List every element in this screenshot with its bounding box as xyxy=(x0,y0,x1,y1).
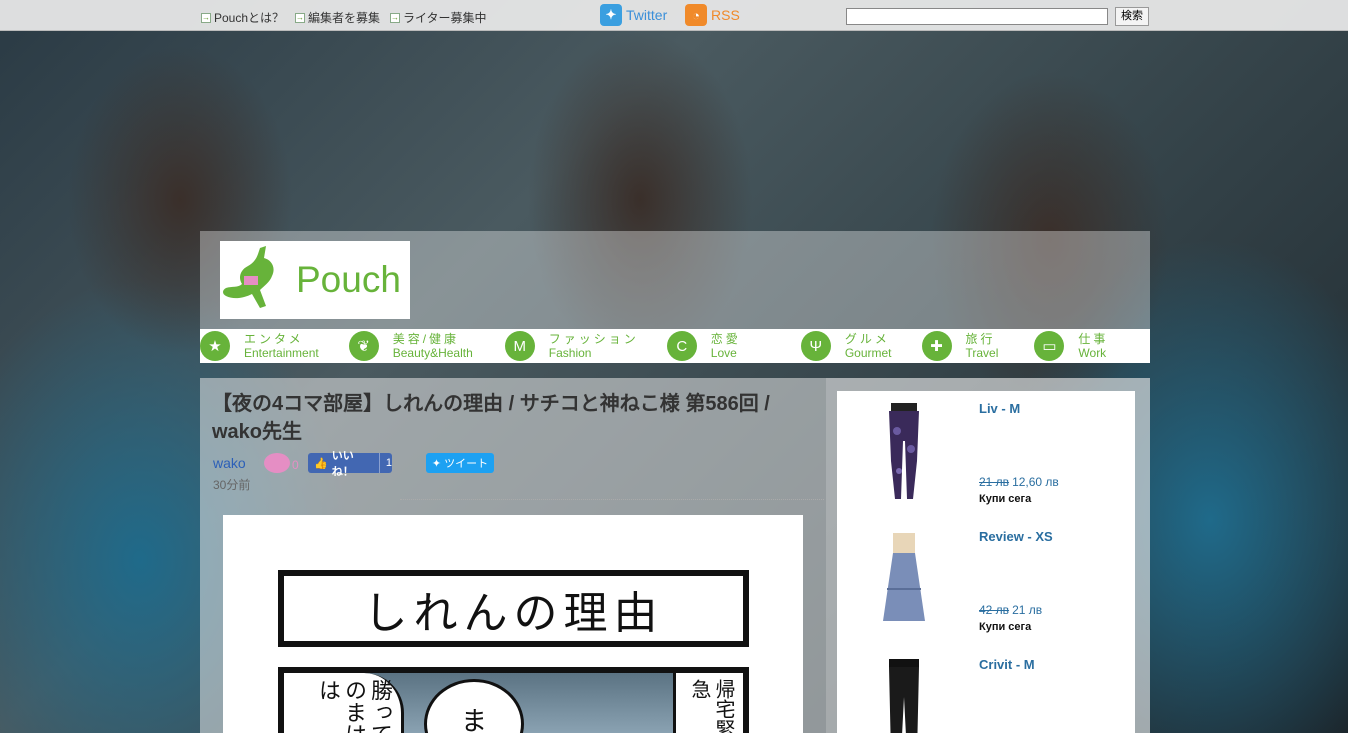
leggings-image[interactable] xyxy=(879,401,929,501)
product-price: 21 лв 12,60 лв xyxy=(979,475,1059,489)
nav-fashion[interactable]: M ファッション Fashion xyxy=(504,329,639,363)
leaf-icon: ❦ xyxy=(348,331,379,361)
search-input[interactable] xyxy=(846,8,1108,25)
writer-recruit-link[interactable]: → ライター募集中 xyxy=(390,9,487,26)
dress-image[interactable] xyxy=(879,529,929,629)
facebook-like-button[interactable]: 👍 いいね！ 1 xyxy=(308,450,392,478)
product-item[interactable]: Crivit - M xyxy=(837,647,1135,733)
twitter-bird-icon: ✦ xyxy=(600,4,622,26)
post-time: 30分前 xyxy=(213,478,251,492)
product-name[interactable]: Liv - M xyxy=(979,401,1020,416)
comic-panel: 勝ってのまはは ま 帰宅緊急 xyxy=(278,667,749,733)
search-button[interactable]: 検索 xyxy=(1115,7,1149,26)
rss-icon: ◔ xyxy=(685,4,707,26)
product-name[interactable]: Review - XS xyxy=(979,529,1053,544)
product-name[interactable]: Crivit - M xyxy=(979,657,1035,672)
twitter-link[interactable]: ✦ Twitter xyxy=(600,4,667,26)
nav-work[interactable]: ▭ 仕事 Work xyxy=(1034,329,1108,363)
pants-image[interactable] xyxy=(879,657,929,733)
fork-icon: Ψ xyxy=(800,331,831,361)
comic-title: しれんの理由 xyxy=(278,570,749,647)
nav-entertainment[interactable]: ★ エンタメ Entertainment xyxy=(200,329,319,363)
star-icon: ★ xyxy=(200,331,230,361)
buy-now-link[interactable]: Купи сега xyxy=(979,621,1031,633)
speech-bubble: 帰宅緊急 xyxy=(673,673,743,733)
nav-beauty-health[interactable]: ❦ 美容/健康 Beauty&Health xyxy=(348,329,473,363)
kangaroo-logo-icon xyxy=(223,246,274,308)
nav-travel[interactable]: ✚ 旅行 Travel xyxy=(921,329,998,363)
card-icon: ▭ xyxy=(1034,331,1065,361)
product-item[interactable]: Liv - M 21 лв 12,60 лв Купи сега xyxy=(837,391,1135,519)
buy-now-link[interactable]: Купи сега xyxy=(979,493,1031,505)
heart-icon: C xyxy=(666,331,697,361)
arrow-icon: → xyxy=(295,12,305,23)
nav-gourmet[interactable]: Ψ グルメ Gourmet xyxy=(800,329,892,363)
tweet-button[interactable]: ✦ ツイート xyxy=(426,453,494,473)
article-title[interactable]: 【夜の4コマ部屋】しれんの理由 / サチコと神ねこ様 第586回 / wako先… xyxy=(212,390,802,446)
editor-recruit-link[interactable]: → 編集者を募集 xyxy=(295,9,380,26)
about-link[interactable]: → Pouchとは？ xyxy=(201,9,284,26)
comic-image: しれんの理由 勝ってのまはは ま 帰宅緊急 xyxy=(223,515,803,733)
logo-text: Pouch xyxy=(296,259,401,300)
site-logo[interactable]: Pouch xyxy=(220,241,410,319)
arrow-icon: → xyxy=(201,12,211,23)
product-item[interactable]: Review - XS 42 лв 21 лв Купи сега xyxy=(837,519,1135,647)
thumbs-up-icon: 👍 xyxy=(314,457,328,470)
arrow-icon: → xyxy=(390,12,400,23)
speech-bubble: ま xyxy=(424,679,524,733)
nav-love[interactable]: C 恋愛 Love xyxy=(666,329,741,363)
rss-link[interactable]: ◔ RSS xyxy=(685,4,740,26)
speech-bubble: 勝ってのまはは xyxy=(284,673,404,733)
category-nav: ★ エンタメ Entertainment ❦ 美容/健康 Beauty&Health… xyxy=(200,329,1150,363)
top-bar: → Pouchとは？ → 編集者を募集 → ライター募集中 ✦ Twitter … xyxy=(0,0,1348,31)
comment-count: 0 xyxy=(292,458,299,472)
author-link[interactable]: wako xyxy=(213,455,246,471)
m-icon: M xyxy=(504,331,535,361)
product-price: 42 лв 21 лв xyxy=(979,603,1043,617)
twitter-bird-icon: ✦ xyxy=(431,457,442,470)
comment-icon[interactable] xyxy=(264,453,290,473)
plus-icon: ✚ xyxy=(921,331,952,361)
divider xyxy=(400,499,824,500)
